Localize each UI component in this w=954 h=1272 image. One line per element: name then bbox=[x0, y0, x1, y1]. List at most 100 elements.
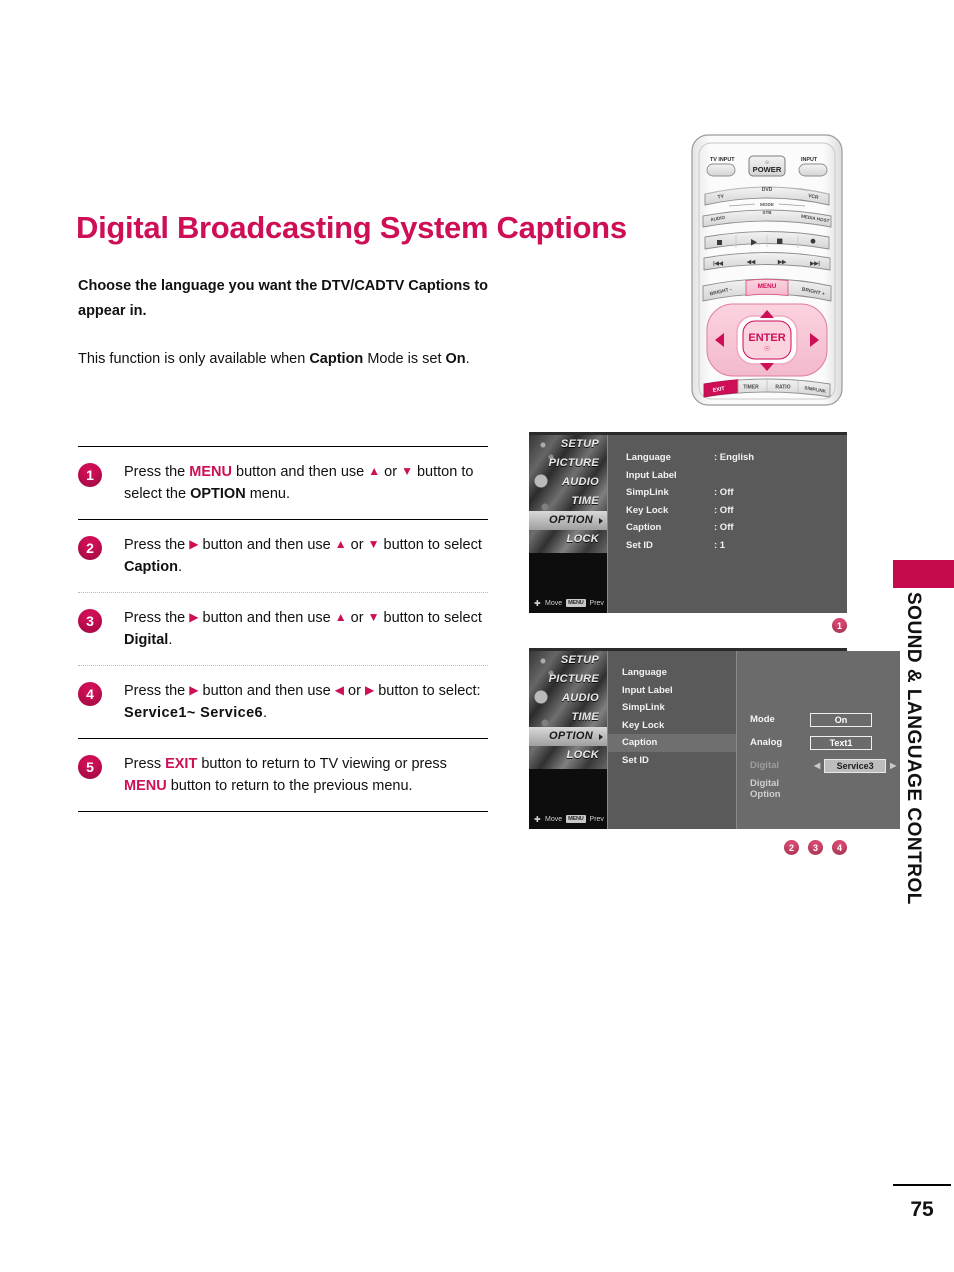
step-text-fragment: Press the bbox=[124, 683, 190, 699]
osd1-menu-key: MENU bbox=[566, 599, 586, 607]
osd2-detail-value-chip[interactable]: Text1 bbox=[810, 735, 872, 750]
intro-paragraph-1: Choose the language you want the DTV/CAD… bbox=[78, 278, 489, 319]
osd2-list-item-key-lock[interactable]: Key Lock bbox=[608, 717, 736, 735]
step-marker-3: 3 bbox=[808, 840, 823, 855]
osd2-list-item-input-label[interactable]: Input Label bbox=[608, 682, 736, 700]
step-text-fragment: Press the bbox=[124, 537, 190, 553]
intro2-pre: This function is only available when bbox=[78, 351, 310, 367]
left-arrow-icon: ◀ bbox=[334, 683, 344, 698]
svg-text:POWER: POWER bbox=[753, 165, 782, 174]
osd1-row[interactable]: Caption: Off bbox=[626, 519, 847, 537]
osd2-list-item-language[interactable]: Language bbox=[608, 664, 736, 682]
key-label: MENU bbox=[189, 464, 232, 480]
step-5: 5 Press EXIT button to return to TV viewi… bbox=[78, 739, 488, 811]
step-text-fragment: or bbox=[346, 537, 368, 553]
osd1-sidebar-item-lock[interactable]: LOCK bbox=[529, 530, 607, 549]
osd1-row[interactable]: Set ID : 1 bbox=[626, 537, 847, 555]
step-text-fragment: Press the bbox=[124, 610, 190, 626]
osd1-row-value: : Off bbox=[714, 504, 734, 516]
svg-text:INPUT: INPUT bbox=[801, 157, 818, 163]
step-text-fragment: button and then use bbox=[198, 683, 335, 699]
step-number-badge: 4 bbox=[78, 682, 102, 706]
right-arrow-icon: ▶ bbox=[189, 610, 199, 625]
svg-text:MODE: MODE bbox=[760, 202, 774, 207]
step-number-badge: 5 bbox=[78, 755, 102, 779]
osd2-sidebar-item-option[interactable]: OPTION bbox=[529, 727, 607, 746]
osd2-step-markers: 234 bbox=[784, 840, 847, 855]
svg-text:▶▶: ▶▶ bbox=[777, 260, 787, 266]
osd2-sidebar-item-setup[interactable]: SETUP bbox=[529, 651, 607, 670]
step-marker-2: 2 bbox=[784, 840, 799, 855]
section-title-text: SOUND & LANGUAGE CONTROL bbox=[903, 592, 924, 905]
svg-text:▶▶|: ▶▶| bbox=[809, 261, 820, 267]
osd1-row[interactable]: SimpLink: Off bbox=[626, 484, 847, 502]
osd2-list-item-caption[interactable]: Caption bbox=[608, 734, 736, 752]
section-tab-block bbox=[893, 560, 954, 588]
key-label: EXIT bbox=[165, 756, 198, 772]
osd2-detail-row-analog[interactable]: Analog Text1 bbox=[737, 731, 900, 754]
osd2-sidebar-item-audio[interactable]: AUDIO bbox=[529, 689, 607, 708]
osd1-sidebar-item-picture[interactable]: PICTURE bbox=[529, 454, 607, 473]
intro2-bold-caption: Caption bbox=[309, 351, 364, 367]
intro2-post: . bbox=[465, 351, 470, 367]
osd1-sidebar-item-audio[interactable]: AUDIO bbox=[529, 473, 607, 492]
osd1-row[interactable]: Language: English bbox=[626, 449, 847, 467]
step-text: Press the ▶ button and then use ◀ or ▶ b… bbox=[124, 680, 488, 724]
osd1-row-label: Set ID bbox=[626, 539, 653, 551]
service-range-label: Service1~ Service6 bbox=[124, 705, 264, 721]
osd2-prev-label: Prev bbox=[589, 815, 604, 823]
svg-text:TV INPUT: TV INPUT bbox=[710, 157, 735, 163]
osd2-detail-row-digital-option[interactable]: Digital Option bbox=[737, 777, 900, 800]
osd-screenshot-option-menu: SETUP PICTURE AUDIO TIME OPTION LOCK ✚ Move M… bbox=[529, 432, 847, 613]
svg-text:ENTER: ENTER bbox=[748, 332, 785, 344]
down-arrow-icon: ▼ bbox=[367, 537, 380, 552]
osd2-detail-label: Analog bbox=[750, 737, 783, 748]
osd1-row-value: : 1 bbox=[714, 539, 726, 551]
osd2-sidebar-item-lock[interactable]: LOCK bbox=[529, 746, 607, 765]
step-text-fragment: button to select bbox=[379, 610, 482, 626]
osd2-sidebar-item-time[interactable]: TIME bbox=[529, 708, 607, 727]
osd2-detail-row-mode[interactable]: Mode On bbox=[737, 708, 900, 731]
step-2: 2 Press the ▶ button and then use ▲ or ▼ … bbox=[78, 520, 488, 592]
osd2-list-item-set-id[interactable]: Set ID bbox=[608, 752, 736, 770]
move-icon: ✚ bbox=[534, 814, 541, 824]
steps-list: 1 Press the MENU button and then use ▲ or… bbox=[78, 446, 488, 812]
key-label: MENU bbox=[124, 778, 167, 794]
left-caret-icon[interactable]: ◀ bbox=[810, 761, 824, 770]
osd2-list-item-simplink[interactable]: SimpLink bbox=[608, 699, 736, 717]
down-arrow-icon: ▼ bbox=[367, 610, 380, 625]
osd1-row[interactable]: Input Label bbox=[626, 467, 847, 485]
osd1-row[interactable]: Key Lock : Off bbox=[626, 502, 847, 520]
step-3: 3 Press the ▶ button and then use ▲ or ▼ … bbox=[78, 593, 488, 665]
osd2-sidebar-item-picture[interactable]: PICTURE bbox=[529, 670, 607, 689]
osd2-move-label: Move bbox=[545, 815, 563, 823]
osd2-detail-value-chip[interactable]: Service3 bbox=[824, 758, 887, 773]
step-text-fragment: button and then use bbox=[231, 464, 369, 480]
osd1-prev-label: Prev bbox=[589, 599, 604, 607]
step-text-fragment: Press the bbox=[124, 464, 190, 480]
osd1-sidebar-item-setup[interactable]: SETUP bbox=[529, 435, 607, 454]
osd1-move-label: Move bbox=[545, 599, 563, 607]
step-number-badge: 3 bbox=[78, 609, 102, 633]
osd1-row-label: Key Lock bbox=[626, 504, 669, 516]
osd2-detail-row-digital[interactable]: Digital ◀ Service3 ▶ bbox=[737, 754, 900, 777]
osd2-detail-value-chip[interactable]: On bbox=[810, 712, 872, 727]
osd2-detail-label: Digital bbox=[750, 760, 780, 771]
step-4: 4 Press the ▶ button and then use ◀ or ▶ … bbox=[78, 666, 488, 738]
svg-text:DVD: DVD bbox=[762, 187, 773, 193]
down-arrow-icon: ▼ bbox=[401, 464, 413, 479]
intro2-bold-on: On bbox=[445, 351, 466, 367]
osd1-row-value: : Off bbox=[714, 522, 734, 534]
osd1-sidebar-item-time[interactable]: TIME bbox=[529, 492, 607, 511]
step-text-fragment: or bbox=[380, 464, 402, 480]
svg-text:MENU: MENU bbox=[758, 283, 777, 290]
up-arrow-icon: ▲ bbox=[368, 464, 381, 479]
osd1-row-label: Language bbox=[626, 452, 671, 464]
step-text: Press the ▶ button and then use ▲ or ▼ b… bbox=[124, 607, 488, 651]
osd1-sidebar-item-option[interactable]: OPTION bbox=[529, 511, 607, 530]
page-title: Digital Broadcasting System Captions bbox=[76, 210, 627, 245]
svg-text:☉: ☉ bbox=[764, 345, 770, 353]
osd1-row-value: : Off bbox=[714, 487, 734, 499]
osd-screenshot-caption-menu: SETUP PICTURE AUDIO TIME OPTION LOCK ✚ Move M… bbox=[529, 648, 901, 829]
osd2-option-list: Language Input Label SimpLink Key Lock Capti… bbox=[608, 651, 737, 829]
